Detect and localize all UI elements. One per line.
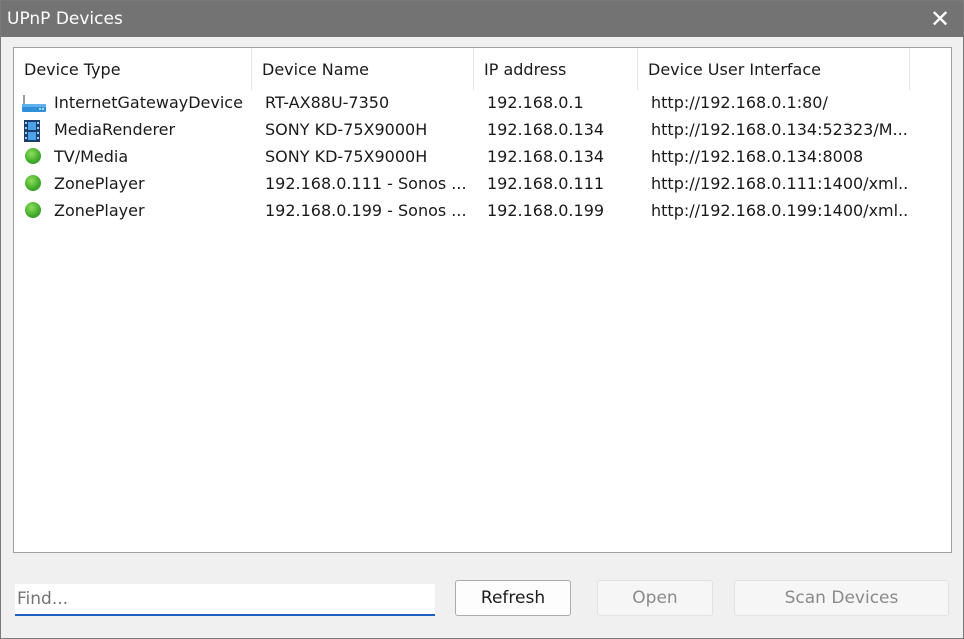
upnp-devices-window: UPnP Devices ✕ Device Type Device Name I… (0, 0, 964, 639)
find-input[interactable] (15, 584, 435, 616)
table-row[interactable]: ZonePlayer 192.168.0.199 - Sonos ... 192… (14, 197, 951, 224)
table-row[interactable]: MediaRenderer SONY KD-75X9000H 192.168.0… (14, 116, 951, 143)
table-row[interactable]: ZonePlayer 192.168.0.111 - Sonos ... 192… (14, 170, 951, 197)
ip-address-cell: 192.168.0.199 (487, 201, 605, 220)
ip-address-cell: 192.168.0.134 (487, 147, 605, 166)
title-bar: UPnP Devices ✕ (1, 1, 963, 37)
ip-address-cell: 192.168.0.134 (487, 120, 605, 139)
device-type-cell: InternetGatewayDevice (54, 93, 243, 112)
refresh-button[interactable]: Refresh (455, 580, 571, 616)
device-list[interactable]: Device Type Device Name IP address Devic… (13, 47, 952, 553)
open-button[interactable]: Open (597, 580, 713, 616)
device-type-cell: ZonePlayer (54, 201, 145, 220)
close-button[interactable]: ✕ (917, 1, 963, 37)
network-router-icon (22, 93, 46, 113)
device-ui-cell: http://192.168.0.134:52323/M... (651, 120, 908, 139)
device-ui-cell: http://192.168.0.111:1400/xml... (651, 174, 909, 193)
close-icon: ✕ (929, 5, 951, 33)
column-header-device-type[interactable]: Device Type (14, 48, 252, 90)
list-header: Device Type Device Name IP address Devic… (14, 48, 951, 90)
column-header-ip-address[interactable]: IP address (474, 48, 638, 90)
table-row[interactable]: InternetGatewayDevice RT-AX88U-7350 192.… (14, 89, 951, 116)
table-row[interactable]: TV/Media SONY KD-75X9000H 192.168.0.134 … (14, 143, 951, 170)
scan-devices-button[interactable]: Scan Devices (734, 580, 949, 616)
device-name-cell: SONY KD-75X9000H (265, 147, 428, 166)
device-ui-cell: http://192.168.0.199:1400/xml... (651, 201, 909, 220)
green-dot-icon (22, 147, 42, 167)
column-header-device-ui[interactable]: Device User Interface (638, 48, 910, 90)
window-title: UPnP Devices (7, 9, 123, 29)
device-name-cell: RT-AX88U-7350 (265, 93, 390, 112)
column-header-device-name[interactable]: Device Name (252, 48, 474, 90)
device-ui-cell: http://192.168.0.1:80/ (651, 93, 828, 112)
film-strip-icon (22, 120, 42, 142)
device-type-cell: MediaRenderer (54, 120, 176, 139)
device-name-cell: 192.168.0.199 - Sonos ... (265, 201, 467, 220)
green-dot-icon (22, 174, 42, 194)
device-type-cell: ZonePlayer (54, 174, 145, 193)
ip-address-cell: 192.168.0.111 (487, 174, 605, 193)
device-ui-cell: http://192.168.0.134:8008 (651, 147, 864, 166)
green-dot-icon (22, 201, 42, 221)
ip-address-cell: 192.168.0.1 (487, 93, 584, 112)
device-type-cell: TV/Media (54, 147, 129, 166)
device-name-cell: SONY KD-75X9000H (265, 120, 428, 139)
device-name-cell: 192.168.0.111 - Sonos ... (265, 174, 467, 193)
